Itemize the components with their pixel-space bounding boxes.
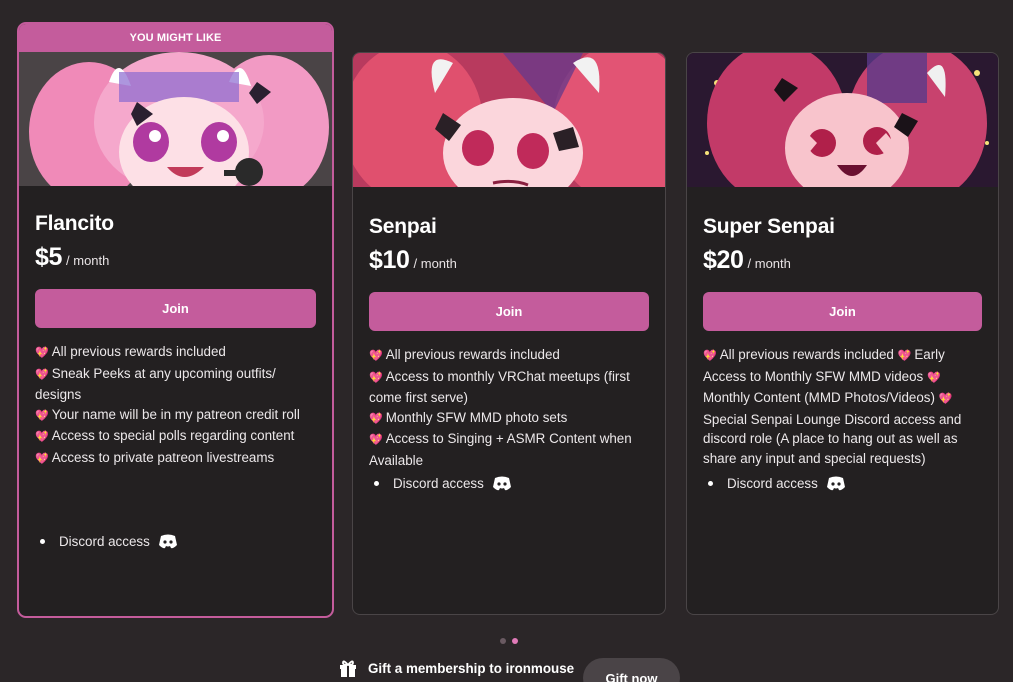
benefit-text: Access to special polls regarding conten… <box>51 428 295 444</box>
heart-icon: 💖 <box>897 350 912 362</box>
heart-icon: 💖 <box>35 409 49 422</box>
benefit-text: come first serve) <box>369 390 468 406</box>
benefits-list: 💖 All previous rewards included 💖 Early Ac… <box>703 345 982 469</box>
heart-icon: 💖 <box>927 371 941 384</box>
gift-now-button[interactable]: Gift now <box>583 658 680 682</box>
benefit-text: All previous rewards included <box>719 347 894 362</box>
benefits-list: 💖 All previous rewards included 💖 Access t… <box>369 345 649 471</box>
join-button[interactable]: Join <box>35 289 316 328</box>
benefit-text: Sneak Peeks at any upcoming outfits/ <box>51 365 276 381</box>
discord-icon <box>826 476 846 491</box>
heart-icon: 💖 <box>369 371 383 384</box>
benefit-text: All previous rewards included <box>385 347 560 362</box>
carousel-pagination <box>500 638 518 644</box>
price-period: / month <box>413 256 457 271</box>
discord-benefit: Discord access <box>40 534 178 549</box>
heart-icon: 💖 <box>35 431 49 444</box>
heart-icon: 💖 <box>369 350 383 362</box>
benefit-text: Access to monthly VRChat meetups (first <box>385 368 630 384</box>
tier-name: Senpai <box>369 215 437 238</box>
discord-label: Discord access <box>393 476 484 491</box>
gift-membership: Gift a membership to ironmouse <box>338 658 574 678</box>
heart-icon: 💖 <box>35 368 49 381</box>
heart-icon: 💖 <box>35 347 49 359</box>
benefit-text: Monthly Content (MMD Photos/Videos) <box>703 390 935 406</box>
gift-text: Gift a membership to ironmouse <box>368 660 575 676</box>
pagination-dot-active[interactable] <box>512 638 518 644</box>
heart-icon: 💖 <box>938 393 953 406</box>
tier-card-super-senpai: Super Senpai $20 / month Join 💖 All previ… <box>686 52 999 615</box>
discord-label: Discord access <box>727 476 818 491</box>
tier-price: $5 <box>35 243 63 271</box>
tier-image <box>687 53 998 187</box>
benefit-text: Access to Monthly SFW MMD videos <box>703 368 924 384</box>
join-button[interactable]: Join <box>703 292 982 331</box>
tier-image <box>19 52 332 186</box>
discord-benefit: Discord access <box>374 476 512 491</box>
price-period: / month <box>66 253 110 268</box>
heart-icon: 💖 <box>703 350 717 362</box>
join-button[interactable]: Join <box>369 292 649 331</box>
discord-label: Discord access <box>59 534 150 549</box>
benefits-list: 💖 All previous rewards included 💖 Sneak Pe… <box>35 342 316 470</box>
benefit-text: share any input and special requests) <box>703 450 926 466</box>
featured-badge: YOU MIGHT LIKE <box>19 24 332 52</box>
benefit-text: Monthly SFW MMD photo sets <box>385 409 568 425</box>
tier-image <box>353 53 665 187</box>
tier-price: $10 <box>369 246 410 274</box>
tier-name: Flancito <box>35 212 114 235</box>
benefit-text: Access to Singing + ASMR Content when <box>385 431 632 447</box>
price-period: / month <box>747 256 791 271</box>
benefit-text: Available <box>369 452 424 468</box>
benefit-text: All previous rewards included <box>51 344 226 359</box>
tier-price: $20 <box>703 246 744 274</box>
benefit-text: Access to private patreon livestreams <box>51 449 275 465</box>
heart-icon: 💖 <box>35 452 49 465</box>
bullet <box>40 539 45 544</box>
benefit-text: Special Senpai Lounge Discord access and <box>703 411 962 427</box>
heart-icon: 💖 <box>369 412 383 425</box>
tier-card-flancito: YOU MIGHT LIKE Flancito $5 / month Join … <box>17 22 334 618</box>
tier-card-senpai: Senpai $10 / month Join 💖 All previous re… <box>352 52 666 615</box>
pagination-dot[interactable] <box>500 638 506 644</box>
benefit-text: discord role (A place to hang out as wel… <box>703 431 958 447</box>
tier-name: Super Senpai <box>703 215 835 238</box>
bullet <box>708 481 713 486</box>
gift-icon <box>338 658 358 678</box>
heart-icon: 💖 <box>369 434 383 447</box>
discord-icon <box>492 476 512 491</box>
discord-icon <box>158 534 178 549</box>
benefit-text: Your name will be in my patreon credit r… <box>51 406 300 422</box>
bullet <box>374 481 379 486</box>
discord-benefit: Discord access <box>708 476 846 491</box>
benefit-text: designs <box>35 387 82 403</box>
benefit-text: Early <box>914 347 945 362</box>
